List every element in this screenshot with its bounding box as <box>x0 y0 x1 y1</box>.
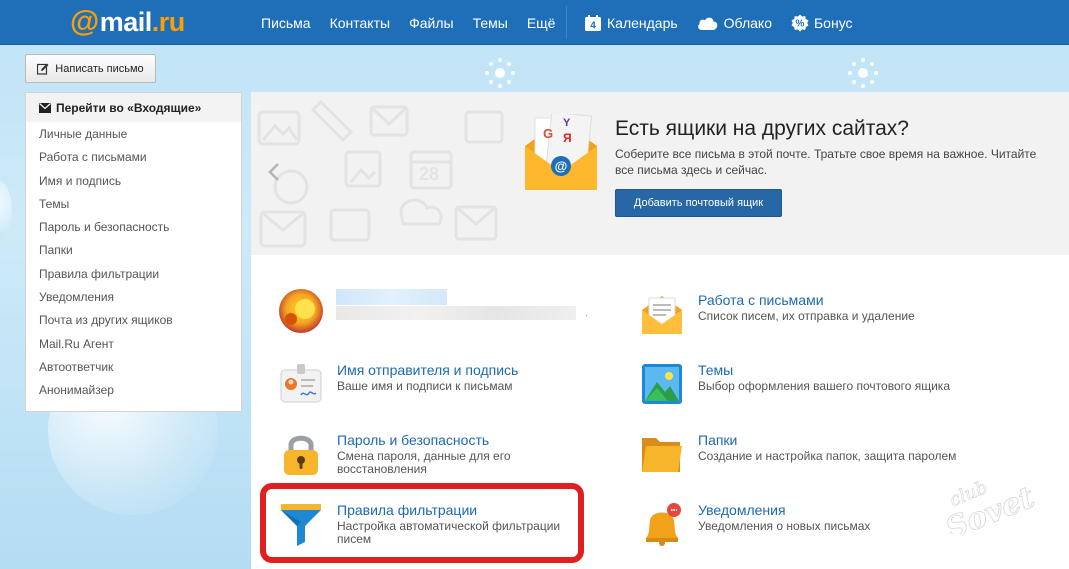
collect-mail-envelope-icon: G Y Я @ <box>525 114 597 190</box>
cloud-icon <box>697 17 718 30</box>
highlight-frame <box>260 483 584 563</box>
sidebar-item-folders[interactable]: Папки <box>26 239 241 262</box>
svg-text:4: 4 <box>590 20 596 31</box>
main-nav: Письма Контакты Файлы Темы Ещё <box>261 0 574 45</box>
svg-text:G: G <box>543 126 553 141</box>
sidebar-item-agent[interactable]: Mail.Ru Агент <box>26 333 241 356</box>
tile-themes-title[interactable]: Темы <box>698 362 733 378</box>
tile-themes[interactable]: Темы Выбор оформления вашего почтового я… <box>640 362 970 406</box>
profile-desc-dot: . <box>585 308 588 319</box>
nav-themes[interactable]: Темы <box>473 15 508 31</box>
svg-text:%: % <box>796 18 805 29</box>
carousel-prev-arrow[interactable] <box>268 162 280 182</box>
promo-banner: 28 G Y Я @ Есть ящики на других сайтах? … <box>251 92 1069 255</box>
nav-calendar-label: Календарь <box>607 14 678 31</box>
logo-ru: .ru <box>151 6 186 37</box>
svg-text:Я: Я <box>563 131 572 145</box>
tile-password-desc: Смена пароля, данные для его восстановле… <box>337 449 511 476</box>
sidebar-item-autoresponder[interactable]: Автоответчик <box>26 356 241 379</box>
bg-bubble-small <box>0 180 12 240</box>
club-sovet-watermark-logo: club Sovet <box>940 477 1039 534</box>
themes-picture-icon <box>642 364 682 404</box>
nav-divider <box>566 6 567 39</box>
tile-sender-desc: Ваше имя и подписи к письмам <box>337 379 513 393</box>
tile-themes-desc: Выбор оформления вашего почтового ящика <box>698 379 950 393</box>
pencil-icon <box>37 63 49 75</box>
tile-sender[interactable]: Имя отправителя и подпись Ваше имя и под… <box>279 362 609 406</box>
nav-letters[interactable]: Письма <box>261 15 311 31</box>
nav-bonus[interactable]: % Бонус <box>791 14 853 32</box>
tile-password-title[interactable]: Пароль и безопасность <box>337 432 489 448</box>
tile-notifications[interactable]: Уведомления Уведомления о новых письмах <box>640 502 970 546</box>
bg-snowflake-1 <box>485 58 515 88</box>
envelope-icon <box>39 102 51 113</box>
sidebar-item-mail-work[interactable]: Работа с письмами <box>26 146 241 169</box>
tile-mail-work[interactable]: Работа с письмами Список писем, их отпра… <box>640 292 970 336</box>
nav-bonus-label: Бонус <box>813 14 853 31</box>
compose-button[interactable]: Написать письмо <box>25 54 156 83</box>
nav-more[interactable]: Ещё <box>527 15 556 31</box>
bell-icon <box>646 503 681 546</box>
bonus-icon: % <box>791 14 809 31</box>
letters-icon <box>642 296 682 334</box>
tile-folders-desc: Создание и настройка папок, защита парол… <box>698 449 957 463</box>
mailru-logo[interactable]: @ mail .ru <box>70 5 186 38</box>
add-mailbox-button[interactable]: Добавить почтовый ящик <box>615 189 782 217</box>
inbox-label: Перейти во «Входящие» <box>56 100 202 115</box>
sidebar-item-anonymizer[interactable]: Анонимайзер <box>26 379 241 402</box>
logo-at: @ <box>70 5 99 38</box>
sidebar-item-security[interactable]: Пароль и безопасность <box>26 216 241 239</box>
profile-name-blurred[interactable] <box>336 289 447 305</box>
nav-cloud[interactable]: Облако <box>697 15 772 31</box>
tile-folders[interactable]: Папки Создание и настройка папок, защита… <box>640 432 970 476</box>
nav-cloud-label: Облако <box>723 14 772 31</box>
avatar[interactable] <box>279 289 323 333</box>
tile-folders-title[interactable]: Папки <box>698 432 737 448</box>
sidebar-list: Личные данные Работа с письмами Имя и по… <box>26 122 241 403</box>
signature-card-icon <box>280 364 322 403</box>
tile-password[interactable]: Пароль и безопасность Смена пароля, данн… <box>279 432 609 476</box>
nav-calendar[interactable]: 4 Календарь <box>584 14 678 32</box>
sidebar-item-other-mailboxes[interactable]: Почта из других ящиков <box>26 309 241 332</box>
sidebar-item-filters[interactable]: Правила фильтрации <box>26 263 241 286</box>
bg-snowflake-2 <box>848 58 878 88</box>
top-bar: @ mail .ru Письма Контакты Файлы Темы Ещё … <box>0 0 1069 45</box>
folder-icon <box>642 438 682 472</box>
tile-mail-work-desc: Список писем, их отправка и удаление <box>698 309 915 323</box>
services-nav: 4 Календарь Облако % Бонус <box>584 0 872 45</box>
sidebar-item-personal[interactable]: Личные данные <box>26 123 241 146</box>
lock-icon <box>284 435 318 475</box>
sidebar-item-name-signature[interactable]: Имя и подпись <box>26 170 241 193</box>
compose-label: Написать письмо <box>55 62 144 75</box>
sidebar-item-themes[interactable]: Темы <box>26 193 241 216</box>
tile-mail-work-title[interactable]: Работа с письмами <box>698 292 824 308</box>
promo-background-doodles: 28 <box>257 99 504 248</box>
promo-text: Соберите все письма в этой почте. Тратьт… <box>615 147 1037 177</box>
svg-text:Y: Y <box>563 117 571 129</box>
nav-files[interactable]: Файлы <box>409 15 453 31</box>
nav-contacts[interactable]: Контакты <box>330 15 390 31</box>
logo-mail: mail <box>99 6 153 37</box>
calendar-icon: 4 <box>585 14 601 31</box>
svg-text:28: 28 <box>419 164 439 184</box>
settings-sidebar: Перейти во «Входящие» Личные данные Рабо… <box>25 92 242 412</box>
profile-desc-blurred <box>336 306 576 320</box>
tile-sender-title[interactable]: Имя отправителя и подпись <box>337 362 518 378</box>
promo-title: Есть ящики на других сайтах? <box>615 117 909 140</box>
tile-notifications-title[interactable]: Уведомления <box>698 502 786 518</box>
sidebar-item-notifications[interactable]: Уведомления <box>26 286 241 309</box>
go-to-inbox-link[interactable]: Перейти во «Входящие» <box>26 93 241 122</box>
svg-text:@: @ <box>555 159 568 174</box>
